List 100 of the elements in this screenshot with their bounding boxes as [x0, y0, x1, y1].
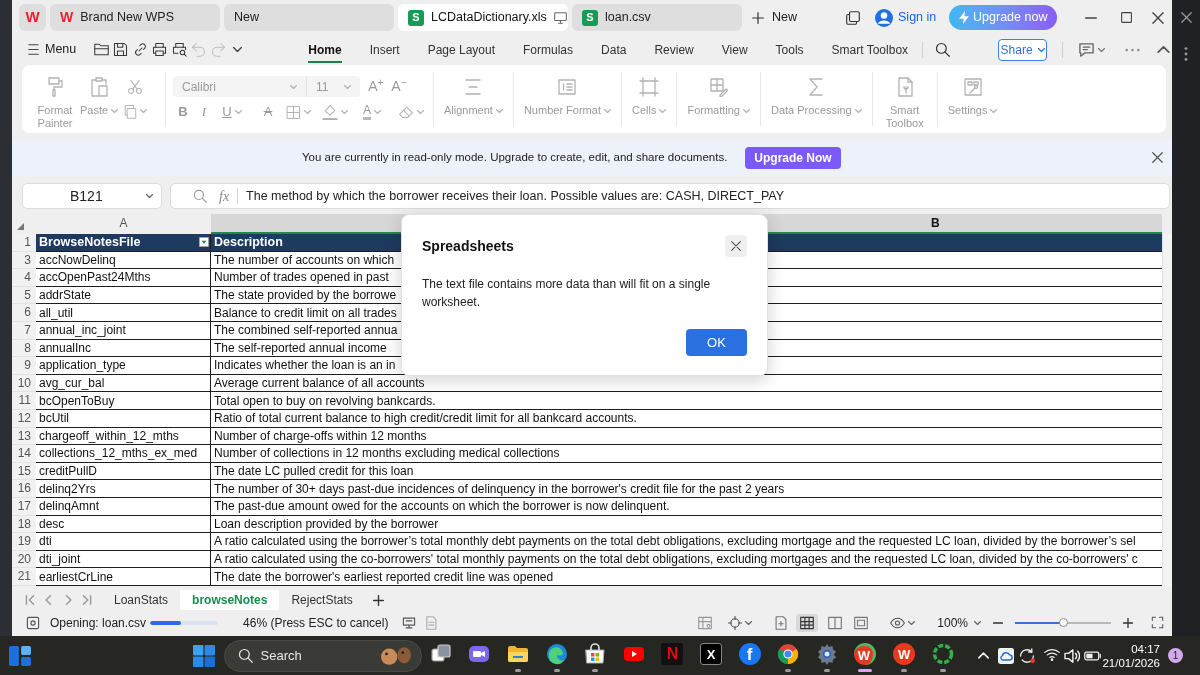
table-cell: application_type	[36, 357, 211, 375]
maximize-icon	[1120, 12, 1132, 23]
folder-icon[interactable]	[93, 42, 109, 57]
windows-icon[interactable]	[846, 10, 860, 25]
table-cell: addrState	[36, 286, 211, 305]
print-preview-icon[interactable]	[171, 42, 187, 57]
search-field[interactable]: Search	[223, 639, 422, 672]
volume-icon[interactable]	[1063, 648, 1080, 663]
four-squares-icon[interactable]	[193, 644, 216, 667]
slider-thumb[interactable]	[1058, 617, 1068, 627]
print-icon[interactable]	[152, 42, 168, 57]
store-bag-icon[interactable]	[584, 643, 607, 665]
upgrade-button[interactable]: Upgrade now	[949, 5, 1058, 30]
add-sheet-icon[interactable]	[372, 594, 384, 606]
close-icon[interactable]	[1152, 152, 1163, 163]
cloud-icon[interactable]	[997, 647, 1014, 664]
sheet-tab[interactable]: browseNotes	[180, 590, 280, 610]
comment-button[interactable]	[1079, 42, 1106, 57]
wifi-icon[interactable]	[1043, 648, 1060, 663]
menu-tab[interactable]: Review	[640, 35, 708, 64]
menu-tab[interactable]: Data	[587, 35, 641, 64]
document-tab[interactable]: S loan.csv	[572, 4, 742, 31]
table-cell: desc	[36, 515, 211, 534]
close-button[interactable]	[725, 235, 747, 257]
share-button[interactable]: Share	[998, 38, 1048, 61]
menu-tab[interactable]: Insert	[355, 35, 414, 64]
w-logo-icon[interactable]: W	[854, 643, 877, 665]
normal-view-button[interactable]	[796, 613, 819, 632]
menu-tab[interactable]: Smart Toolbox	[817, 35, 923, 64]
sign-in-button[interactable]: Sign in	[875, 8, 937, 27]
table-cell: The number of 30+ days past-due incidences of delinquency in the borrower's credit file for the past 2 years	[211, 480, 1162, 498]
chevron-down-icon[interactable]	[233, 47, 243, 52]
document-tab[interactable]: New	[224, 4, 394, 31]
zoom-in-icon[interactable]	[1123, 617, 1133, 628]
f-logo-icon[interactable]: f	[738, 643, 761, 665]
save-icon[interactable]	[113, 42, 129, 57]
sheet-tab[interactable]: RejectStats	[279, 590, 365, 610]
menu-button[interactable]: Menu	[28, 40, 77, 59]
swirl-icon[interactable]	[545, 643, 568, 665]
eye-protection-button[interactable]	[890, 616, 916, 629]
menu-tab[interactable]: Formulas	[509, 35, 588, 64]
table-cell: accNowDelinq	[36, 251, 211, 270]
table-cell: A ratio calculated using the borrower’s total monthly debt payments on the total debt obligations, excluding mortgage and the requested LC loan, divided by the borrower’s sel	[211, 533, 1162, 551]
zoom-level-button[interactable]: 100%	[937, 613, 981, 632]
w-logo-icon[interactable]: W	[893, 643, 915, 665]
row-number: 11	[12, 392, 36, 410]
document-tab[interactable]: W Brand New WPS	[50, 4, 220, 31]
new-tab-button[interactable]: New	[752, 8, 797, 27]
sync-icon[interactable]	[1018, 647, 1035, 664]
borders-icon	[285, 104, 301, 120]
x-logo-icon[interactable]: X	[700, 643, 723, 665]
upgrade-now-button[interactable]: Upgrade Now	[745, 146, 841, 169]
fullscreen-icon[interactable]	[1151, 616, 1164, 629]
clock-button[interactable]: 04:17 21/01/2026	[1102, 641, 1160, 670]
filter-dropdown-icon[interactable]	[199, 237, 209, 248]
comment-icon	[1079, 42, 1095, 57]
zoom-icon[interactable]	[193, 189, 207, 203]
battery-icon[interactable]	[1083, 650, 1101, 661]
vertical-scrollbar[interactable]	[1162, 234, 1172, 586]
ok-button[interactable]: OK	[686, 329, 747, 356]
search-highlight-icon	[380, 646, 411, 665]
video-call-icon[interactable]	[468, 643, 491, 665]
document-tab[interactable]: S LCDataDictionary.xls	[398, 4, 568, 31]
menu-tab[interactable]: View	[707, 35, 762, 64]
row-number: 9	[12, 357, 36, 375]
search-icon[interactable]	[935, 42, 951, 57]
segmented-circle-icon[interactable]	[777, 643, 800, 665]
notification-badge[interactable]: 1	[1168, 648, 1183, 663]
gear-icon[interactable]	[815, 643, 838, 665]
menu-tab[interactable]: Page Layout	[413, 35, 510, 64]
menu-tab[interactable]: Tools	[761, 35, 818, 64]
more-icon[interactable]	[1184, 47, 1188, 61]
chevron-up-icon[interactable]	[1157, 46, 1171, 53]
n-logo-icon[interactable]: N	[661, 643, 684, 665]
screen-icon[interactable]	[402, 615, 417, 630]
layout-button[interactable]	[728, 615, 753, 630]
menu-tab[interactable]: Home	[294, 35, 356, 64]
zoom-slider[interactable]	[1015, 621, 1111, 624]
task-view-icon[interactable]	[429, 643, 452, 665]
link-icon[interactable]	[132, 42, 148, 57]
widgets-icon[interactable]	[9, 644, 31, 667]
ring-icon[interactable]	[931, 643, 954, 665]
app-logo[interactable]: W	[19, 4, 46, 31]
table-cell: collections_12_mths_ex_med	[36, 445, 211, 463]
name-box[interactable]: B121	[22, 183, 162, 209]
table-cell: Loan description provided by the borrower	[211, 515, 1162, 534]
chevron-down-icon	[344, 84, 351, 89]
more-icon[interactable]	[1125, 47, 1141, 52]
formula-bar[interactable]: fx The method by which the borrower receives their loan. Possible values are: CASH, DIRECT_PAY	[170, 183, 1170, 209]
close-icon[interactable]	[1180, 12, 1192, 23]
table-cell: Number of collections in 12 months excluding medical collections	[211, 445, 1162, 463]
column-title: Description	[214, 233, 283, 251]
folder-icon[interactable]	[507, 643, 530, 665]
table-cell: The date the borrower's earliest reported credit line was opened	[211, 568, 1162, 586]
select-all-icon[interactable]	[17, 223, 24, 230]
sheet-tab[interactable]: LoanStats	[102, 590, 181, 610]
monitor-icon[interactable]	[553, 11, 567, 24]
framed-square-icon[interactable]	[26, 615, 40, 630]
table-cell: annual_inc_joint	[36, 321, 211, 340]
zoom-out-icon[interactable]	[993, 621, 1003, 624]
